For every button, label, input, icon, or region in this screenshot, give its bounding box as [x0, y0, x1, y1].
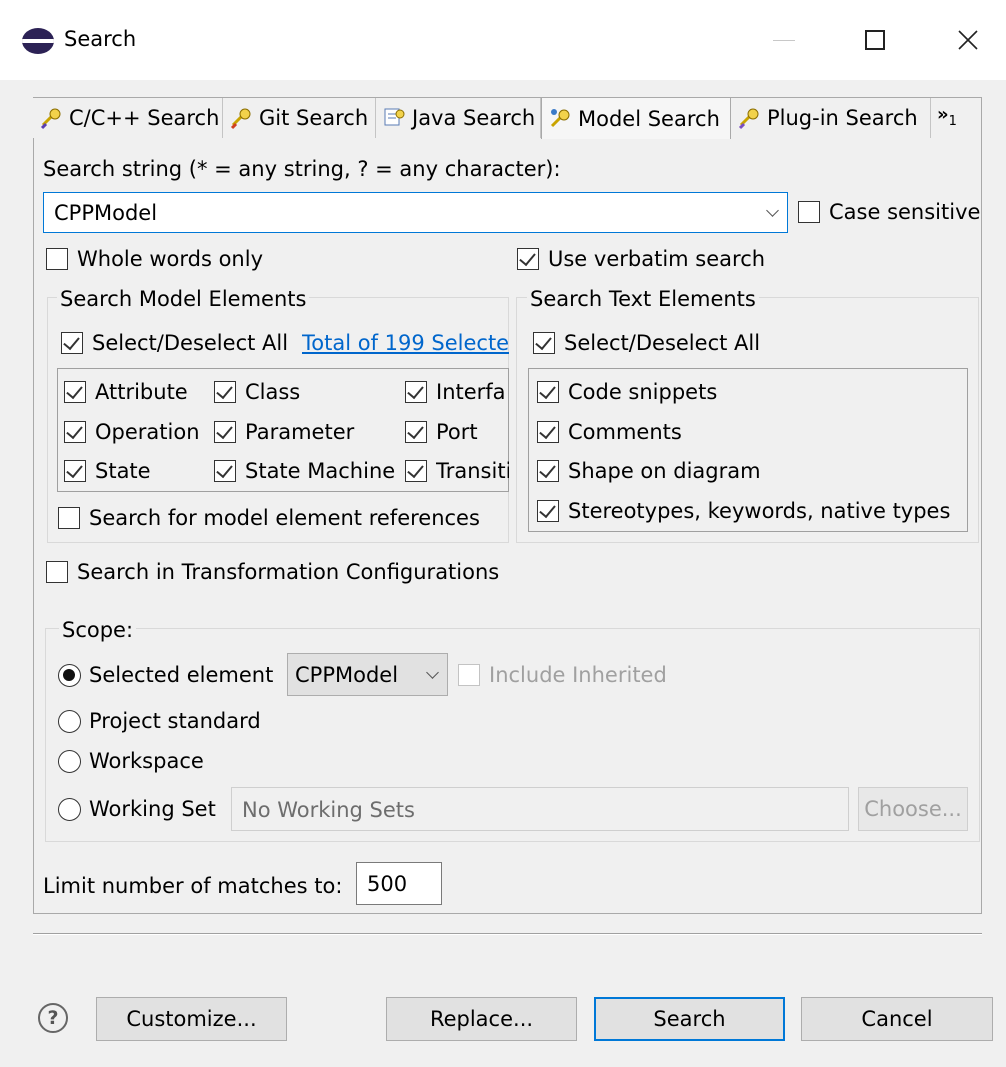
tab-git-search[interactable]: Git Search [223, 98, 376, 138]
selected-element-combo[interactable]: CPPModel [287, 653, 448, 696]
maximize-button[interactable] [855, 22, 895, 58]
search-string-combo[interactable]: CPPModel [43, 192, 788, 233]
code-snippets-checkbox[interactable] [537, 381, 559, 403]
state-machine-checkbox[interactable] [214, 460, 236, 482]
model-select-all-label: Select/Deselect All [92, 331, 289, 355]
working-set-radio[interactable] [58, 798, 81, 821]
state-machine-label: State Machine [245, 459, 396, 483]
replace-button[interactable]: Replace... [386, 997, 577, 1041]
transition-label: Transiti [436, 459, 509, 483]
help-icon[interactable]: ? [38, 1003, 68, 1033]
maximize-icon [865, 30, 885, 50]
text-select-all-label: Select/Deselect All [564, 331, 761, 355]
title-bar: Search [0, 0, 1006, 80]
stereotypes-checkbox[interactable] [537, 500, 559, 522]
text-select-all-checkbox[interactable] [533, 332, 555, 354]
transformation-checkbox[interactable] [46, 561, 68, 583]
project-standard-radio[interactable] [58, 710, 81, 733]
close-icon [958, 30, 978, 50]
chevron-down-icon[interactable] [766, 203, 779, 217]
whole-words-checkbox[interactable] [46, 248, 68, 270]
model-select-all-checkbox[interactable] [61, 332, 83, 354]
cpp-search-icon [39, 105, 65, 131]
project-standard-label: Project standard [89, 709, 261, 733]
choose-button[interactable]: Choose... [858, 787, 968, 831]
stereotypes-label: Stereotypes, keywords, native types [568, 499, 951, 523]
include-inherited-label: Include Inherited [489, 663, 667, 687]
case-sensitive-label: Case sensitive [829, 200, 981, 224]
parameter-checkbox[interactable] [214, 421, 236, 443]
transition-checkbox[interactable] [405, 460, 427, 482]
window-title: Search [64, 27, 137, 51]
port-label: Port [436, 420, 478, 444]
search-string-input[interactable]: CPPModel [54, 199, 157, 227]
chevron-down-icon[interactable] [426, 665, 439, 679]
shape-on-diagram-label: Shape on diagram [568, 459, 761, 483]
comments-checkbox[interactable] [537, 421, 559, 443]
verbatim-search-label: Use verbatim search [548, 247, 766, 271]
class-checkbox[interactable] [214, 381, 236, 403]
cancel-button[interactable]: Cancel [801, 997, 993, 1041]
interface-label: Interfa [436, 380, 506, 404]
tab-cpp-search[interactable]: C/C++ Search [33, 98, 223, 138]
separator-highlight [33, 934, 982, 935]
tab-java-search[interactable]: Java Search [376, 98, 541, 138]
java-search-icon [382, 105, 408, 131]
model-elements-title: Search Model Elements [57, 286, 310, 312]
eclipse-icon [22, 28, 54, 54]
text-elements-title: Search Text Elements [527, 286, 759, 312]
customize-button[interactable]: Customize... [96, 997, 287, 1041]
limit-matches-input[interactable]: 500 [356, 862, 442, 905]
workspace-radio[interactable] [58, 750, 81, 773]
model-search-icon [548, 106, 574, 132]
parameter-label: Parameter [245, 420, 355, 444]
workspace-label: Workspace [89, 749, 204, 773]
port-checkbox[interactable] [405, 421, 427, 443]
plugin-search-icon [737, 105, 763, 131]
scope-title: Scope: [59, 617, 137, 643]
whole-words-label: Whole words only [77, 247, 264, 271]
model-references-label: Search for model element references [89, 506, 480, 530]
working-set-field[interactable]: No Working Sets [231, 787, 849, 831]
verbatim-search-checkbox[interactable] [517, 248, 539, 270]
tab-model-search[interactable]: Model Search [541, 97, 731, 139]
total-selected-link[interactable]: Total of 199 Selecte [302, 330, 509, 356]
operation-label: Operation [95, 420, 200, 444]
tab-plugin-search[interactable]: Plug-in Search [731, 98, 931, 138]
attribute-label: Attribute [95, 380, 188, 404]
operation-checkbox[interactable] [64, 421, 86, 443]
selected-element-label: Selected element [89, 663, 274, 687]
transformation-label: Search in Transformation Configurations [77, 560, 500, 584]
comments-label: Comments [568, 420, 682, 444]
class-label: Class [245, 380, 301, 404]
shape-on-diagram-checkbox[interactable] [537, 460, 559, 482]
tabs-overflow-button[interactable]: » 1 [931, 98, 981, 138]
attribute-checkbox[interactable] [64, 381, 86, 403]
working-set-label: Working Set [89, 797, 216, 821]
model-references-checkbox[interactable] [58, 507, 80, 529]
search-string-label: Search string (* = any string, ? = any c… [43, 157, 561, 181]
git-search-icon [229, 105, 255, 131]
state-label: State [95, 459, 151, 483]
state-checkbox[interactable] [64, 460, 86, 482]
limit-matches-label: Limit number of matches to: [43, 874, 343, 898]
minimize-icon [773, 39, 795, 41]
selected-element-radio[interactable] [58, 664, 81, 687]
code-snippets-label: Code snippets [568, 380, 718, 404]
search-button[interactable]: Search [594, 997, 785, 1041]
include-inherited-checkbox[interactable] [458, 664, 480, 686]
minimize-button[interactable] [764, 22, 804, 58]
interface-checkbox[interactable] [405, 381, 427, 403]
case-sensitive-checkbox[interactable] [798, 201, 820, 223]
close-button[interactable] [948, 22, 988, 58]
